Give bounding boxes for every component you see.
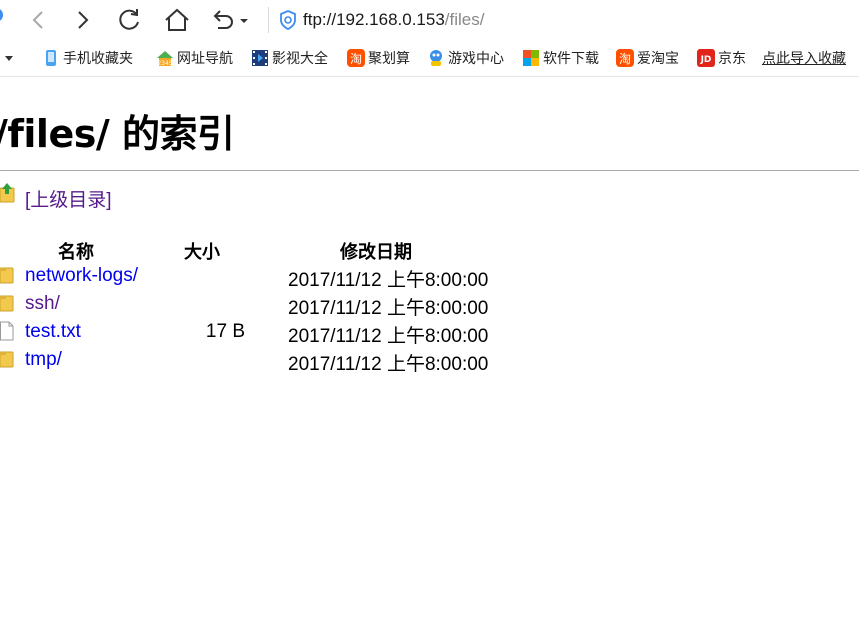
folder-icon [0, 351, 14, 368]
reload-icon [119, 9, 139, 30]
svg-text:JD: JD [700, 55, 712, 65]
table-row: network-logs/ 2017/11/12 上午8:00:00 [0, 264, 560, 291]
bookmark-label: 影视大全 [272, 51, 328, 67]
bookmark-label: 网址导航 [177, 51, 233, 67]
house-2345-icon: 2345 [157, 51, 173, 67]
phone-icon [46, 50, 56, 66]
film-icon [252, 50, 268, 66]
jd-icon: JD [697, 49, 715, 67]
table-row: ssh/ 2017/11/12 上午8:00:00 [0, 292, 560, 319]
address-text[interactable]: ftp://192.168.0.153/files/ [303, 10, 484, 30]
chevron-left-icon [32, 11, 43, 29]
forward-button[interactable] [69, 6, 97, 34]
browser-toolbar: ftp://192.168.0.153/files/ [0, 0, 859, 40]
bookmark-label: 软件下载 [543, 51, 599, 67]
back-button[interactable] [25, 6, 53, 34]
game-mascot-icon [430, 50, 442, 66]
bookmark-label: 京东 [718, 51, 746, 67]
browser-logo-icon [0, 9, 3, 21]
bookmark-label: 聚划算 [368, 51, 410, 67]
svg-text:2345: 2345 [157, 60, 172, 67]
column-header-name[interactable]: 名称 [58, 238, 94, 264]
undo-icon [213, 10, 248, 29]
up-folder-icon [0, 183, 15, 203]
file-link[interactable]: network-logs/ [25, 265, 138, 287]
home-button[interactable] [163, 6, 191, 34]
column-header-size[interactable]: 大小 [184, 238, 220, 264]
folder-icon [0, 295, 14, 312]
svg-text:淘: 淘 [350, 52, 362, 66]
toolbar-divider [268, 7, 269, 33]
title-divider [0, 170, 859, 171]
url-path: /files/ [444, 10, 485, 29]
file-modified: 2017/11/12 上午8:00:00 [288, 326, 489, 347]
file-link[interactable]: test.txt [25, 321, 81, 343]
chevron-right-icon [78, 11, 89, 29]
taobao-icon: 淘 [347, 49, 365, 67]
file-icon [0, 321, 14, 341]
taobao-icon: 淘 [616, 49, 634, 67]
address-bar[interactable]: ftp://192.168.0.153/files/ [278, 6, 859, 34]
bookmarks-bar: 手机收藏夹 2345 网址导航 影视大全 淘 聚划算 游戏中心 软件下载 淘 爱… [0, 40, 859, 77]
file-link[interactable]: ssh/ [25, 293, 60, 315]
bookmark-label: 手机收藏夹 [63, 51, 133, 67]
table-row: tmp/ 2017/11/12 上午8:00:00 [0, 348, 560, 375]
url-host: ftp://192.168.0.153 [303, 10, 445, 29]
shield-icon [280, 10, 296, 30]
table-row: test.txt 17 B 2017/11/12 上午8:00:00 [0, 320, 560, 347]
file-modified: 2017/11/12 上午8:00:00 [288, 270, 489, 291]
undo-close-button[interactable] [210, 6, 250, 34]
parent-directory-link[interactable]: [上级目录] [25, 185, 112, 212]
bookmark-label: 游戏中心 [448, 51, 504, 67]
file-modified: 2017/11/12 上午8:00:00 [288, 298, 489, 319]
svg-text:淘: 淘 [619, 52, 631, 66]
bookmark-label: 爱淘宝 [637, 51, 679, 67]
file-size: 17 B [205, 321, 245, 342]
column-header-modified[interactable]: 修改日期 [340, 238, 412, 264]
home-icon [165, 8, 189, 31]
reload-button[interactable] [115, 6, 143, 34]
file-modified: 2017/11/12 上午8:00:00 [288, 354, 489, 375]
bookmarks-dropdown-icon[interactable] [5, 56, 13, 61]
page-title: /files/ 的索引 [0, 112, 235, 156]
import-bookmarks-link[interactable]: 点此导入收藏 [762, 49, 846, 69]
folder-icon [0, 267, 14, 284]
windows-icon [523, 50, 539, 66]
file-link[interactable]: tmp/ [25, 349, 62, 371]
